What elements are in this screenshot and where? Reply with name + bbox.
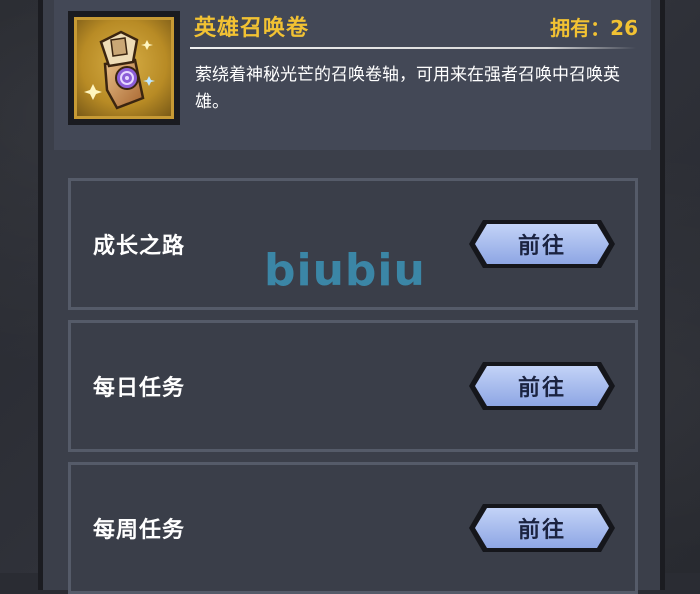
go-button[interactable]: 前往 [467, 502, 617, 554]
owned-count: 拥有：26 [550, 16, 638, 40]
go-button-label: 前往 [517, 376, 566, 401]
summon-scroll-icon [84, 30, 155, 110]
item-name: 英雄召唤卷 [194, 16, 310, 41]
go-button[interactable]: 前往 [467, 218, 617, 270]
go-button[interactable]: 前往 [467, 360, 617, 412]
title-divider [190, 47, 636, 49]
source-label: 每日任务 [93, 376, 186, 401]
watermark: biubiu [264, 245, 426, 296]
source-row-daily: 每日任务 前往 [68, 320, 638, 452]
source-label: 每周任务 [93, 518, 186, 543]
source-label: 成长之路 [93, 234, 186, 259]
item-icon-card [68, 11, 180, 125]
go-button-label: 前往 [517, 518, 566, 543]
item-description: 萦绕着神秘光芒的召唤卷轴，可用来在强者召唤中召唤英雄。 [195, 65, 620, 112]
go-button-label: 前往 [517, 234, 566, 259]
source-row-weekly: 每周任务 前往 [68, 462, 638, 594]
